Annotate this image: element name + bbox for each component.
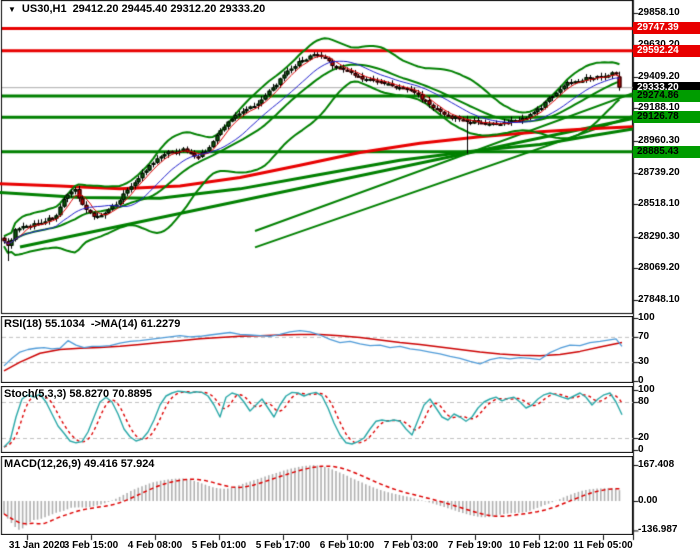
price-tick-label: 28739.20 xyxy=(638,167,680,178)
time-label: 7 Feb 19:00 xyxy=(447,540,503,551)
price-tick-label: 28518.10 xyxy=(638,198,680,209)
main-chart-canvas[interactable] xyxy=(0,0,633,315)
time-label: 7 Feb 03:00 xyxy=(383,540,439,551)
price-tick-label: 28069.20 xyxy=(638,262,680,273)
indicator-tick-label: 167.408 xyxy=(638,459,675,470)
indicator-tick-label: 100 xyxy=(638,312,655,323)
indicator-tick-label: 30 xyxy=(638,356,650,368)
indicator-tick-label: 0 xyxy=(638,444,644,455)
price-level-badge: 29747.39 xyxy=(633,22,700,34)
chart-window: ▼ US30,H1 29412.20 29445.40 29312.20 293… xyxy=(0,0,700,560)
time-label: 5 Feb 17:00 xyxy=(255,540,311,551)
time-label: 4 Feb 08:00 xyxy=(127,540,183,551)
price-tick-label: 29858.10 xyxy=(638,7,680,18)
indicator-tick-label: 70 xyxy=(638,330,650,342)
price-tick-label: 28290.30 xyxy=(638,231,680,242)
price-level-badge: 29274.86 xyxy=(633,90,700,102)
price-level-badge: 28885.43 xyxy=(633,146,700,158)
chart-dropdown-icon[interactable]: ▼ xyxy=(8,4,16,15)
ohlc-values: 29412.20 29445.40 29312.20 29333.20 xyxy=(72,3,266,15)
time-label: 6 Feb 10:00 xyxy=(319,540,375,551)
indicator-tick-label: 80 xyxy=(638,396,650,407)
price-tick-label: 27848.10 xyxy=(638,294,680,305)
chart-header: ▼ US30,H1 29412.20 29445.40 29312.20 293… xyxy=(8,3,265,15)
indicator-tick-label: 0.00 xyxy=(638,495,658,506)
time-label: 11 Feb 05:00 xyxy=(573,540,633,551)
macd-label: MACD(12,26,9) 49.416 57.924 xyxy=(4,458,155,470)
symbol-period-title: US30,H1 xyxy=(21,3,67,15)
time-label: 10 Feb 12:00 xyxy=(508,540,570,551)
indicator-tick-label: -136.987 xyxy=(638,524,678,536)
price-level-badge: 29592.24 xyxy=(633,45,700,57)
stoch-label: Stoch(5,3,3) 58.8270 70.8895 xyxy=(4,388,152,400)
rsi-label: RSI(18) 55.1034 ->MA(14) 61.2279 xyxy=(4,318,181,330)
time-label: 3 Feb 15:00 xyxy=(63,540,119,551)
indicator-tick-label: 100 xyxy=(638,384,655,395)
indicator-tick-label: 20 xyxy=(638,432,650,443)
price-level-badge: 29126.78 xyxy=(633,111,700,123)
time-label: 5 Feb 01:00 xyxy=(191,540,247,551)
